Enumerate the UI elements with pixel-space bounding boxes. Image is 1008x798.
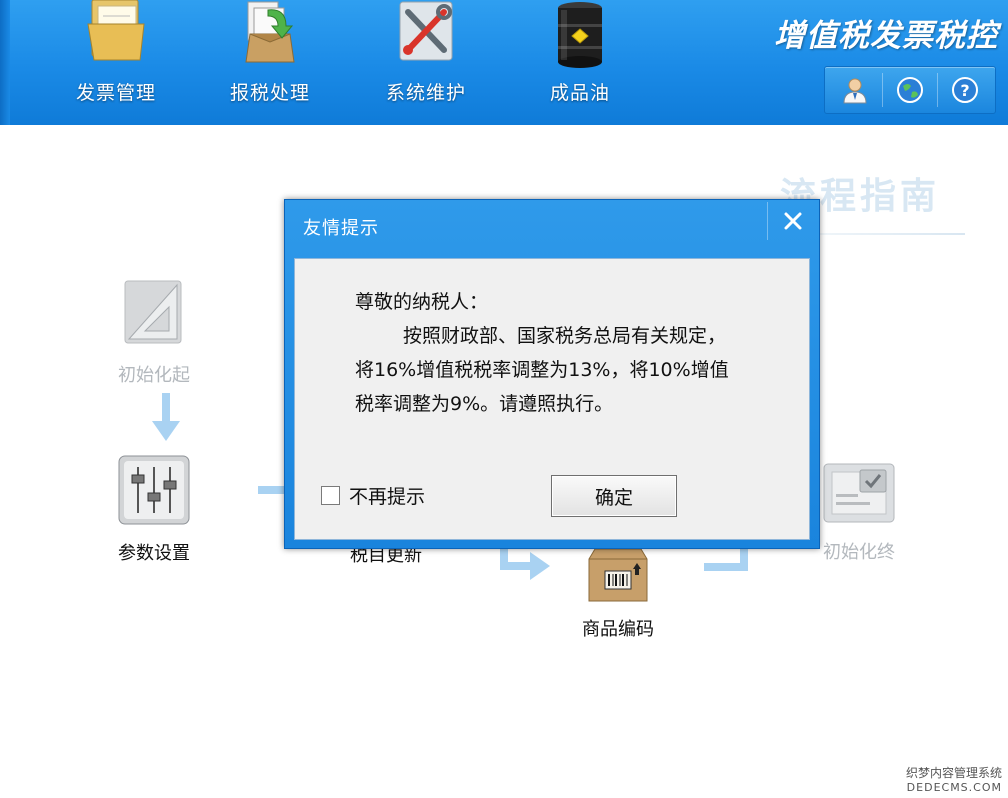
close-icon <box>784 212 801 230</box>
flow-connector <box>704 549 748 579</box>
toolbar-divider <box>936 73 938 107</box>
ok-button[interactable]: 确定 <box>551 475 677 517</box>
tax-report-box-icon <box>238 0 302 66</box>
flow-label: 参数设置 <box>118 543 190 564</box>
checkbox-label: 不再提示 <box>349 486 426 508</box>
flow-node-init-end[interactable]: 初始化终 <box>820 460 898 564</box>
flow-node-init-start[interactable]: 初始化起 <box>118 277 190 387</box>
dialog-title: 友情提示 <box>303 218 379 239</box>
nav-system-maintenance[interactable]: 系统维护 <box>386 0 466 110</box>
message-greeting: 尊敬的纳税人： <box>355 291 489 313</box>
svg-text:?: ? <box>960 81 969 100</box>
nav-tax-report[interactable]: 报税处理 <box>230 0 310 110</box>
tools-icon <box>394 0 458 66</box>
nav-label: 系统维护 <box>386 82 467 104</box>
help-icon[interactable]: ? <box>947 72 983 108</box>
sliders-icon <box>116 453 192 531</box>
flow-node-parameter-settings[interactable]: 参数设置 <box>116 453 192 565</box>
checklist-icon <box>820 460 898 530</box>
ruler-triangle-icon <box>119 277 189 353</box>
flow-label: 初始化起 <box>118 365 190 386</box>
flow-arrow-down <box>152 393 180 447</box>
flow-label: 初始化终 <box>823 542 895 563</box>
dialog-body: 尊敬的纳税人： 按照财政部、国家税务总局有关规定， 将16%增值税税率调整为13… <box>294 258 810 540</box>
header-bar: 发票管理 报税处理 系统维护 成品油 增值税发票税控 ? <box>0 0 1008 125</box>
flow-arrow-right <box>500 549 552 587</box>
nav-refined-oil[interactable]: 成品油 <box>548 0 612 110</box>
checkbox-box[interactable] <box>321 486 340 505</box>
toolbar-divider <box>882 73 884 107</box>
globe-icon[interactable] <box>892 72 928 108</box>
user-icon[interactable] <box>837 72 873 108</box>
header-edge <box>0 0 10 125</box>
nav-label: 成品油 <box>549 82 610 104</box>
nav-label: 发票管理 <box>76 82 157 104</box>
folder-icon <box>84 0 148 66</box>
nav-invoice-management[interactable]: 发票管理 <box>76 0 156 110</box>
dialog-message: 尊敬的纳税人： 按照财政部、国家税务总局有关规定， 将16%增值税税率调整为13… <box>355 285 795 421</box>
nav-label: 报税处理 <box>230 82 311 104</box>
close-button[interactable] <box>767 202 817 240</box>
dont-show-again-checkbox[interactable]: 不再提示 <box>321 482 425 509</box>
watermark-line: 织梦内容管理系统 <box>905 766 1002 780</box>
package-barcode-icon <box>583 545 653 607</box>
app-title: 增值税发票税控 <box>774 18 998 54</box>
watermark: 织梦内容管理系统 DEDECMS.COM <box>906 764 1002 794</box>
app-window: 发票管理 报税处理 系统维护 成品油 增值税发票税控 ? 流程指南 初始化起 参… <box>0 0 1008 798</box>
message-line: 将16%增值税税率调整为13%，将10%增值 <box>355 359 729 381</box>
header-toolbar: ? <box>824 66 996 114</box>
flow-label: 商品编码 <box>582 619 654 640</box>
flow-node-goods-coding[interactable]: 商品编码 <box>582 545 654 641</box>
message-line: 按照财政部、国家税务总局有关规定， <box>403 325 727 347</box>
watermark-line: DEDECMS.COM <box>906 781 1002 794</box>
notice-dialog: 友情提示 尊敬的纳税人： 按照财政部、国家税务总局有关规定， 将16%增值税税率… <box>284 199 820 549</box>
oil-barrel-icon <box>548 0 612 68</box>
message-line: 税率调整为9%。请遵照执行。 <box>355 393 614 415</box>
